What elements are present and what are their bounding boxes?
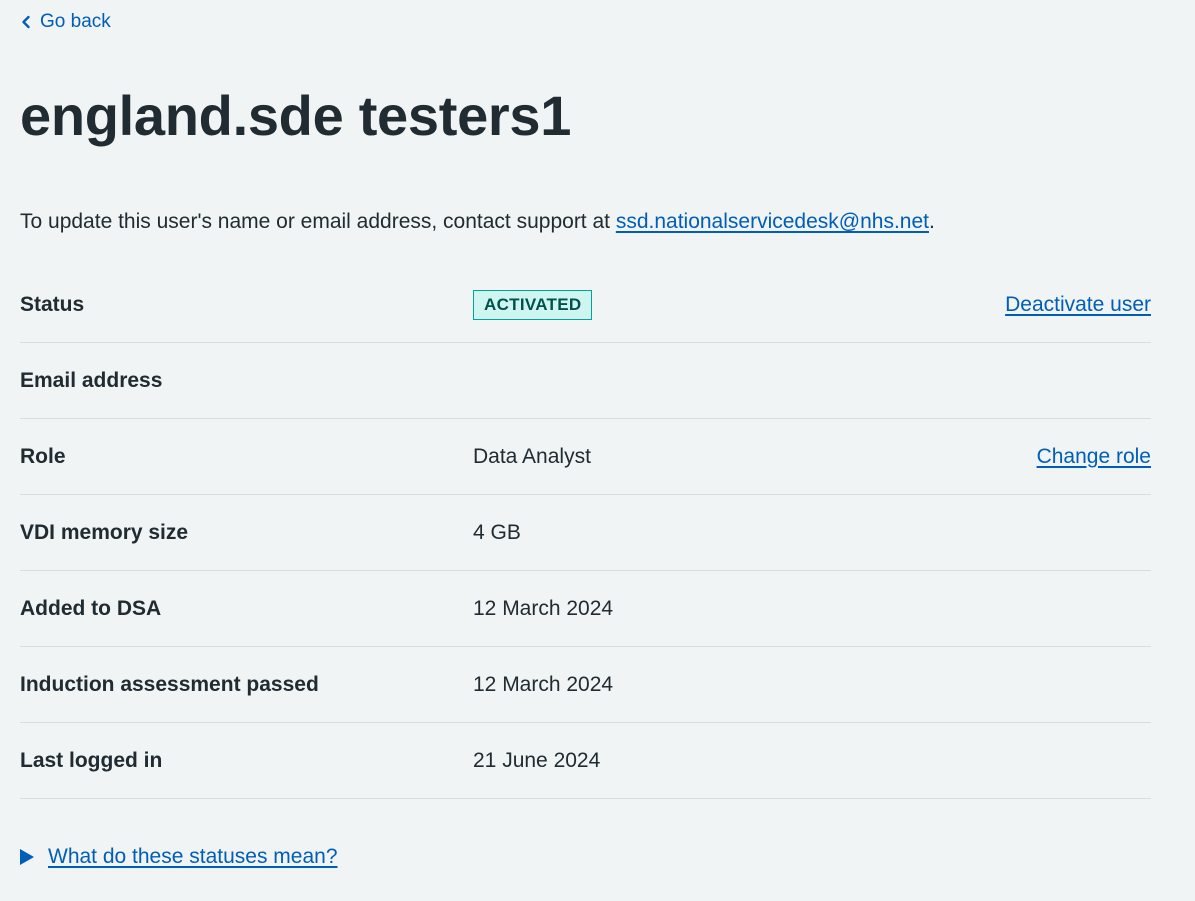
support-email-link[interactable]: ssd.nationalservicedesk@nhs.net [616,210,929,233]
deactivate-user-link[interactable]: Deactivate user [1005,293,1151,317]
added-to-dsa-key: Added to DSA [20,596,162,620]
induction-value: 12 March 2024 [473,672,614,696]
role-key: Role [20,444,66,468]
change-role-link[interactable]: Change role [1037,445,1151,469]
back-link[interactable]: Go back [20,10,111,34]
summary-row-status: Status ACTIVATED Deactivate user [20,267,1151,343]
summary-row-role: Role Data Analyst Change role [20,419,1151,495]
intro-text-body: To update this user's name or email addr… [20,210,616,233]
page: Go back england.sde testers1 To update t… [0,0,1195,901]
last-logged-in-value: 21 June 2024 [473,748,601,772]
page-title: england.sde testers1 [20,84,572,147]
role-value: Data Analyst [473,444,591,468]
back-link-label: Go back [40,11,111,32]
statuses-details-toggle[interactable]: What do these statuses mean? [20,845,338,869]
last-logged-in-key: Last logged in [20,748,163,772]
summary-row-email: Email address [20,343,1151,419]
triangle-right-icon [20,849,34,865]
statuses-details-label: What do these statuses mean? [48,845,338,868]
summary-row-added-to-dsa: Added to DSA 12 March 2024 [20,571,1151,647]
chevron-left-icon [22,15,30,29]
added-to-dsa-value: 12 March 2024 [473,596,614,620]
vdi-memory-key: VDI memory size [20,520,189,544]
user-summary-list: Status ACTIVATED Deactivate user Email a… [20,267,1151,799]
status-key: Status [20,292,85,316]
induction-key: Induction assessment passed [20,672,319,696]
summary-row-vdi-memory: VDI memory size 4 GB [20,495,1151,571]
summary-row-induction: Induction assessment passed 12 March 202… [20,647,1151,723]
status-value: ACTIVATED [473,289,593,320]
intro-text: To update this user's name or email addr… [20,207,935,237]
summary-row-last-logged-in: Last logged in 21 June 2024 [20,723,1151,799]
intro-text-suffix: . [928,210,935,233]
vdi-memory-value: 4 GB [473,520,521,544]
email-key: Email address [20,368,163,392]
status-badge: ACTIVATED [473,289,593,320]
